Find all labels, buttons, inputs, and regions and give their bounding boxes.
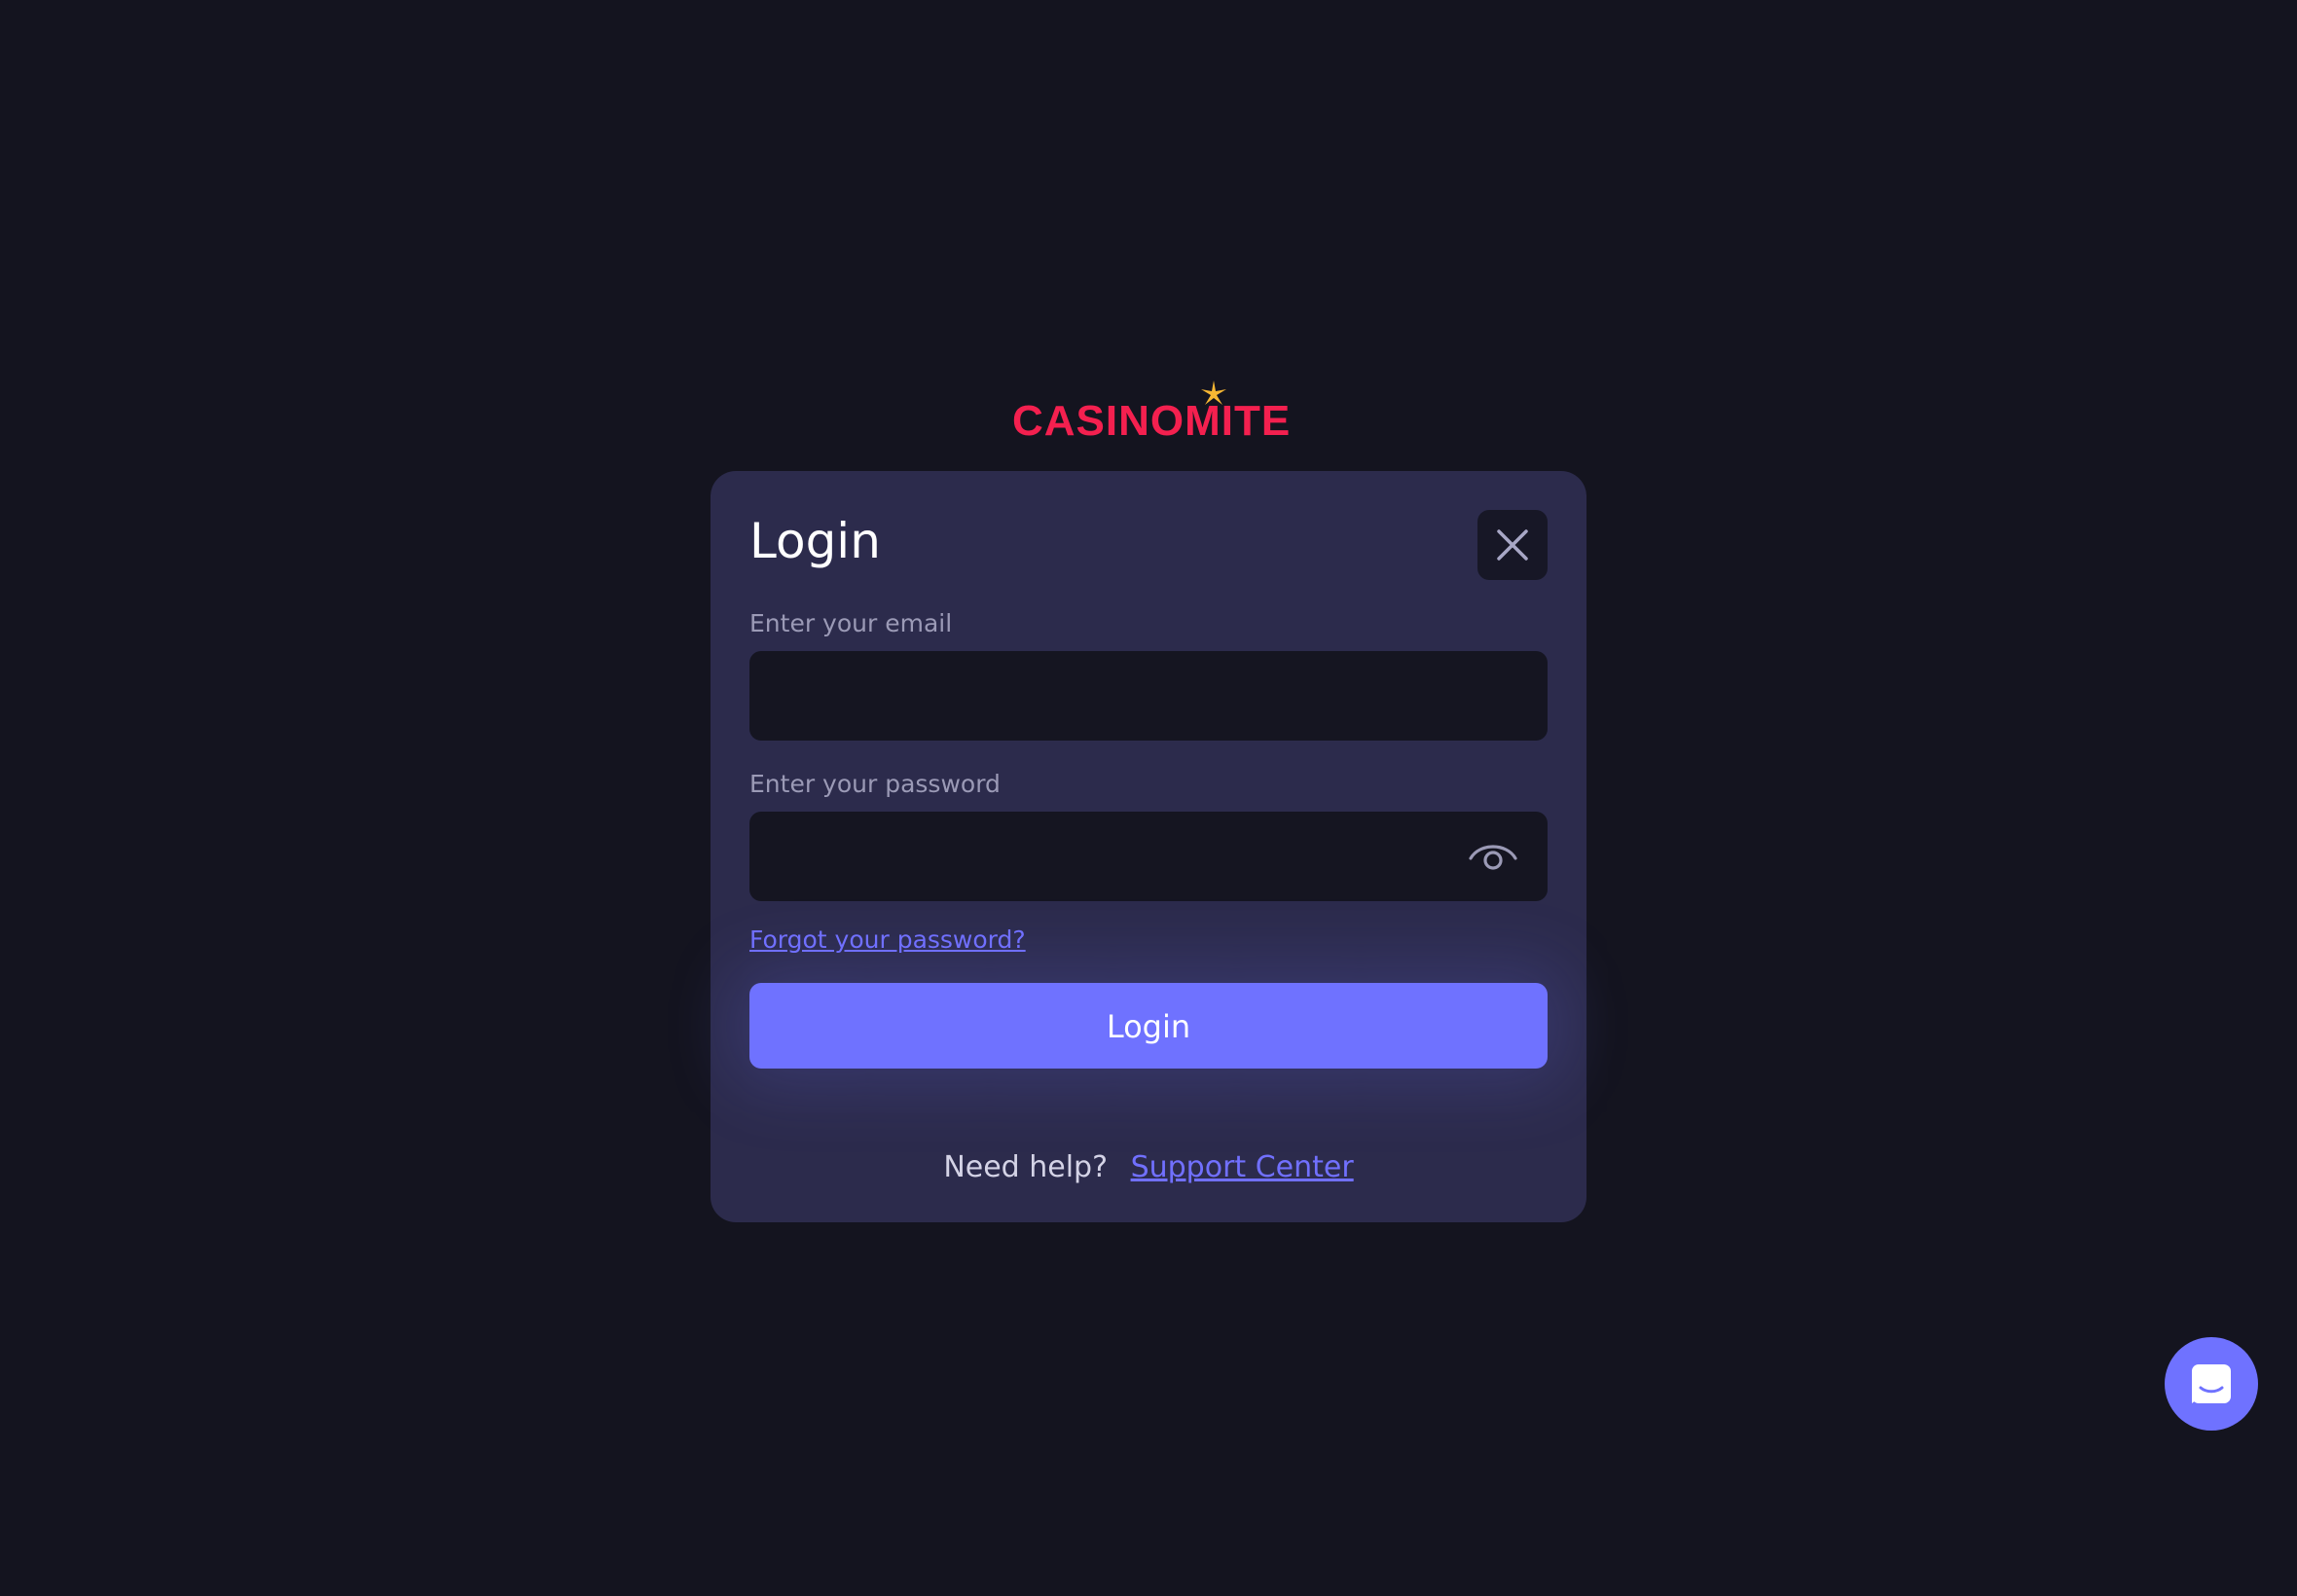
logo-text: CASINOMITE <box>1012 397 1292 445</box>
need-help-text: Need help? <box>943 1150 1109 1184</box>
email-label: Enter your email <box>749 609 953 637</box>
login-modal: Login Enter your email Enter your passwo… <box>711 471 1586 1222</box>
casinomite-logo: CASINOMITE <box>1012 397 1291 446</box>
eye-icon <box>1469 845 1517 870</box>
chat-launcher-button[interactable] <box>2165 1337 2258 1431</box>
show-password-toggle[interactable] <box>1466 835 1520 878</box>
close-icon <box>1497 529 1528 561</box>
modal-title: Login <box>749 513 881 569</box>
password-field[interactable] <box>749 812 1548 901</box>
sparkle-icon <box>1201 381 1226 405</box>
login-button[interactable]: Login <box>749 983 1548 1069</box>
close-button[interactable] <box>1477 510 1548 580</box>
email-field[interactable] <box>749 651 1548 741</box>
support-center-link[interactable]: Support Center <box>1131 1150 1354 1184</box>
help-row: Need help? Support Center <box>711 1150 1586 1185</box>
forgot-password-link[interactable]: Forgot your password? <box>749 925 1026 956</box>
password-label: Enter your password <box>749 770 1001 798</box>
chat-icon <box>2192 1364 2231 1403</box>
